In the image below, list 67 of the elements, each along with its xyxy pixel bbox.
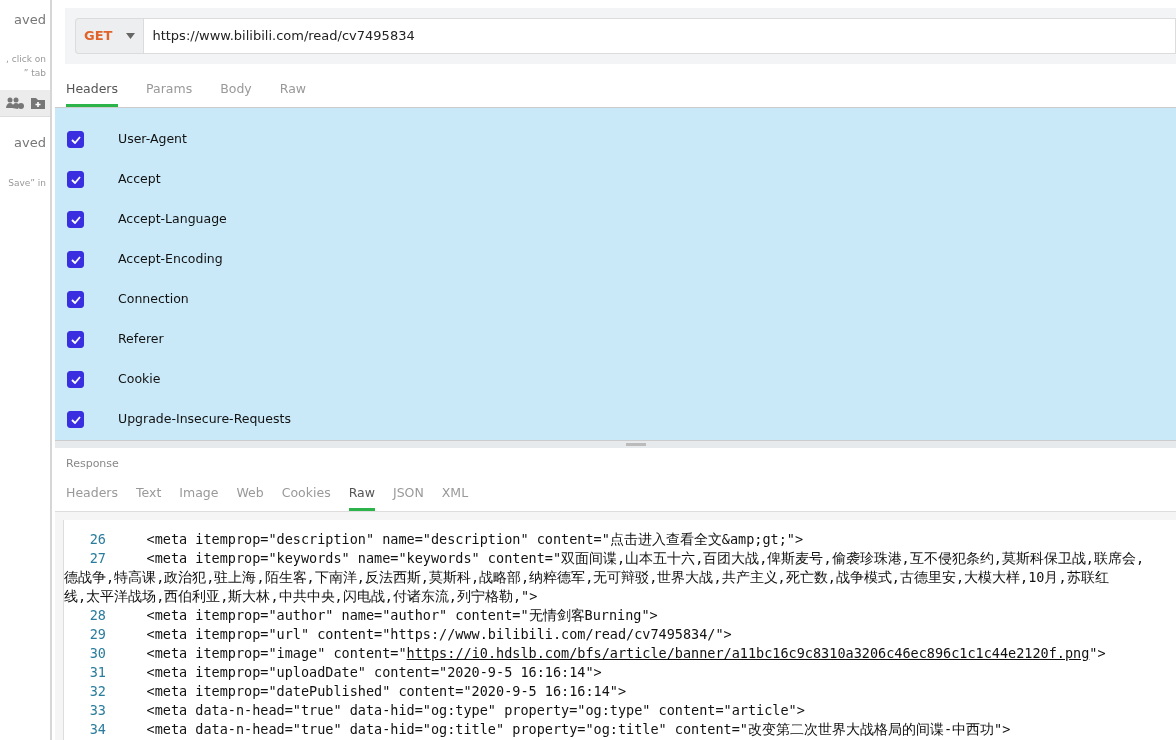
header-name: Upgrade-Insecure-Requests [118, 410, 291, 429]
checkbox[interactable] [67, 291, 84, 309]
checkbox[interactable] [67, 331, 84, 349]
tab[interactable]: Headers [66, 476, 119, 511]
resize-handle[interactable] [625, 442, 646, 446]
line-number: 33 [88, 701, 107, 720]
sidebar-text: aved [14, 11, 47, 29]
folder-plus-icon[interactable] [30, 95, 46, 110]
code-line: <meta itemprop="author" name="author" content="无情剑客Burning"> [145, 606, 658, 625]
code-line: <meta itemprop="uploadDate" content="2020-9-5 16:16:14"> [145, 663, 602, 682]
checkmark-icon [70, 135, 81, 144]
people-icon[interactable] [6, 95, 24, 110]
code-line: <meta itemprop="datePublished" content="2020-9-5 16:16:14"> [145, 682, 627, 701]
checkbox[interactable] [67, 371, 84, 389]
caret-icon[interactable] [126, 33, 136, 39]
url-field[interactable]: https://www.bilibili.com/read/cv7495834 [143, 18, 1176, 54]
checkmark-icon [70, 375, 81, 384]
line-number: 27 [88, 549, 107, 568]
method-dropdown[interactable]: GET [75, 18, 144, 54]
tab[interactable]: Web [236, 476, 264, 511]
tab[interactable]: Image [179, 476, 219, 511]
section-label: Response [65, 455, 120, 472]
header-name: Accept [118, 170, 161, 189]
checkmark-icon [70, 175, 81, 184]
sidebar-text: aved [14, 133, 47, 152]
checkmark-icon [70, 255, 81, 264]
checkbox[interactable] [67, 171, 84, 189]
tab[interactable]: JSON [393, 476, 424, 511]
line-number: 32 [88, 682, 107, 701]
sidebar-text: ” tab [23, 66, 47, 80]
checkbox[interactable] [67, 251, 84, 269]
code-line: 德战争,特高课,政治犯,驻上海,陌生客,下南洋,反法西斯,莫斯科,战略部,纳粹德军,无可辩驳,世界大战,共产主义,死亡数,战争模式,古德里安,大模大样,10月,苏联红 [64, 568, 1109, 587]
header-name: Connection [118, 290, 189, 309]
tab[interactable]: Raw [279, 72, 306, 107]
header-name: User-Agent [118, 130, 187, 149]
tab[interactable]: Body [220, 72, 252, 107]
line-number: 26 [88, 530, 107, 549]
header-name: Cookie [118, 370, 161, 389]
header-name: Accept-Language [118, 210, 227, 229]
line-number: 34 [88, 720, 107, 739]
sidebar-text: Save” in [8, 177, 47, 190]
sidebar-text: , click on [6, 52, 47, 66]
tab[interactable]: Params [146, 72, 193, 107]
checkmark-icon [70, 335, 81, 344]
code-line: <meta data-n-head="true" data-hid="og:type" property="og:type" content="article"> [145, 701, 805, 720]
header-name: Referer [118, 330, 164, 349]
line-number: 28 [88, 606, 107, 625]
line-number: 31 [88, 663, 107, 682]
code-link[interactable]: https://i0.hdslb.com/bfs/article/banner/a11bc16c9c8310a3206c46ec896c1c1c44e2120f.png [406, 645, 1090, 661]
tab[interactable]: Text [136, 476, 162, 511]
checkmark-icon [70, 295, 81, 304]
checkbox[interactable] [67, 211, 84, 229]
line-number: 30 [88, 644, 107, 663]
code-line: 线,太平洋战场,西伯利亚,斯大林,中共中央,闪电战,付诸东流,列宁格勒,"> [64, 587, 538, 606]
checkbox[interactable] [67, 411, 84, 429]
code-line: <meta itemprop="keywords" name="keywords" content="双面间谍,山本五十六,百团大战,俾斯麦号,偷袭珍珠港,互不侵犯条约,莫斯科保卫战,联席会, [145, 549, 1145, 568]
checkmark-icon [70, 415, 81, 424]
header-name: Accept-Encoding [118, 250, 223, 269]
code-line: <meta data-n-head="true" data-hid="og:title" property="og:title" content="改变第二次世界大战格局的间谍-中西功"> [145, 720, 1011, 739]
checkmark-icon [70, 215, 81, 224]
line-number: 29 [88, 625, 107, 644]
tab[interactable]: XML [441, 476, 469, 511]
tab[interactable]: Cookies [281, 476, 331, 511]
code-line: <meta itemprop="description" name="description" content="点击进入查看全文&amp;gt;"> [145, 530, 804, 549]
code-line: <meta itemprop="image" content="https://i0.hdslb.com/bfs/article/banner/a11bc16c9c8310a3206c46ec896c1c1c44e2120f.png"> [145, 644, 1106, 663]
code-line: <meta itemprop="url" content="https://www.bilibili.com/read/cv7495834/"> [145, 625, 732, 644]
checkbox[interactable] [67, 131, 84, 149]
